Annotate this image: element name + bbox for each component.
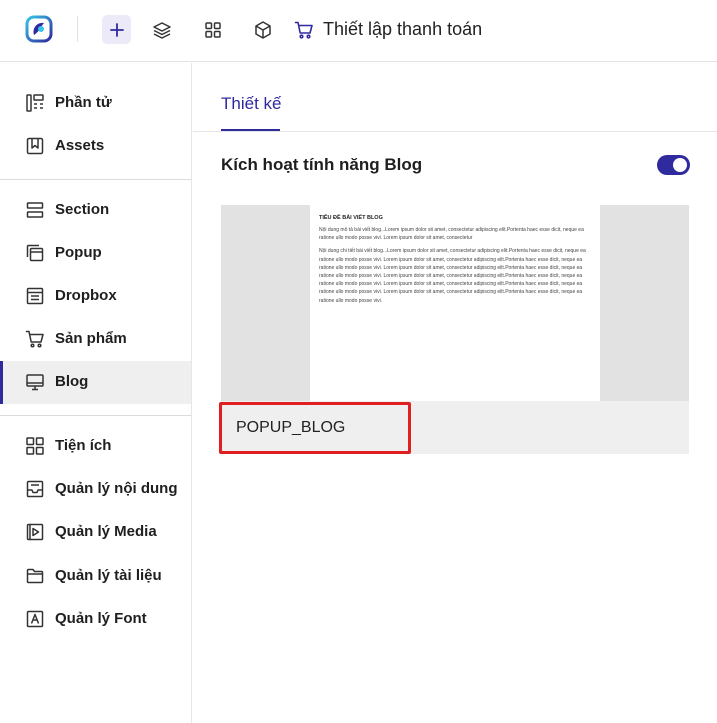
preview-summary: Nội dung mô tả bài viết blog...Lorem ips…: [319, 227, 584, 242]
sidebar-divider: [0, 415, 191, 416]
sidebar-item-label: Assets: [55, 137, 105, 154]
folder-icon: [26, 568, 44, 584]
preview-body: Nội dung chi tiết bài viết blog...Lorem …: [319, 248, 586, 304]
preview-page: TIÊU ĐỀ BÀI VIẾT BLOG Nội dung mô tả bài…: [310, 205, 600, 401]
template-preview: TIÊU ĐỀ BÀI VIẾT BLOG Nội dung mô tả bài…: [221, 205, 689, 401]
cart-icon: [294, 21, 313, 39]
cart-button[interactable]: [289, 15, 318, 44]
tab-divider: [193, 131, 717, 132]
plus-icon: [109, 22, 124, 37]
sidebar-item-label: Dropbox: [55, 287, 117, 304]
sidebar-item-widgets[interactable]: Tiện ích: [0, 425, 191, 468]
widgets-icon: [26, 437, 44, 455]
sidebar-item-label: Phần tử: [55, 94, 112, 111]
sidebar-item-blog[interactable]: Blog: [0, 361, 191, 404]
sidebar-item-content-management[interactable]: Quản lý nội dung: [0, 468, 191, 511]
toggle-knob: [673, 158, 687, 172]
sidebar-item-label: Sản phẩm: [55, 330, 127, 347]
main-panel: Thiết kế Kích hoạt tính năng Blog TIÊU Đ…: [193, 63, 717, 723]
layers-icon: [152, 21, 171, 39]
sidebar-item-popup[interactable]: Popup: [0, 232, 191, 275]
toolbar-divider: [77, 16, 78, 42]
add-button[interactable]: [102, 15, 131, 44]
grid-icon: [204, 21, 221, 38]
dropbox-icon: [26, 287, 44, 305]
blog-feature-toggle[interactable]: [657, 155, 690, 175]
bookmark-icon: [26, 137, 44, 155]
sidebar-item-assets[interactable]: Assets: [0, 125, 191, 168]
sidebar-item-font-management[interactable]: Quản lý Font: [0, 598, 191, 641]
sidebar-item-dropbox[interactable]: Dropbox: [0, 275, 191, 318]
sidebar: Phần tử Assets Section Popup Dropbox Sản…: [0, 63, 192, 723]
monitor-icon: [26, 374, 44, 391]
font-icon: [26, 610, 44, 628]
sidebar-item-media-management[interactable]: Quản lý Media: [0, 511, 191, 554]
highlight-box: [219, 402, 411, 454]
payment-settings-title[interactable]: Thiết lập thanh toán: [323, 19, 482, 40]
section-icon: [26, 202, 44, 218]
sidebar-item-label: Section: [55, 201, 110, 218]
top-toolbar: Thiết lập thanh toán: [0, 0, 717, 62]
sidebar-item-label: Quản lý Media: [55, 523, 157, 540]
sidebar-item-label: Quản lý Font: [55, 610, 147, 627]
cart-icon: [25, 330, 44, 348]
layers-button[interactable]: [147, 15, 176, 44]
box-icon: [254, 20, 271, 39]
sidebar-item-products[interactable]: Sản phẩm: [0, 318, 191, 361]
popup-icon: [26, 244, 44, 262]
sidebar-item-document-management[interactable]: Quản lý tài liệu: [0, 555, 191, 598]
app-logo-icon[interactable]: [24, 14, 54, 44]
elements-icon: [26, 94, 44, 112]
box-button[interactable]: [248, 15, 277, 44]
inbox-icon: [26, 480, 44, 498]
sidebar-item-label: Popup: [55, 244, 102, 261]
blog-feature-label: Kích hoạt tính năng Blog: [221, 155, 423, 174]
sidebar-item-section[interactable]: Section: [0, 189, 191, 232]
preview-heading: TIÊU ĐỀ BÀI VIẾT BLOG: [319, 215, 383, 221]
sidebar-item-label: Tiện ích: [55, 437, 112, 454]
sidebar-item-label: Quản lý tài liệu: [55, 567, 162, 584]
sidebar-item-label: Blog: [55, 373, 89, 390]
sidebar-divider: [0, 179, 191, 180]
sidebar-item-label: Quản lý nội dung: [55, 480, 178, 497]
media-icon: [26, 523, 44, 541]
blog-template-card[interactable]: TIÊU ĐỀ BÀI VIẾT BLOG Nội dung mô tả bài…: [219, 205, 689, 454]
tab-design[interactable]: Thiết kế: [221, 94, 281, 114]
grid-button[interactable]: [198, 15, 227, 44]
sidebar-item-elements[interactable]: Phần tử: [0, 82, 191, 125]
